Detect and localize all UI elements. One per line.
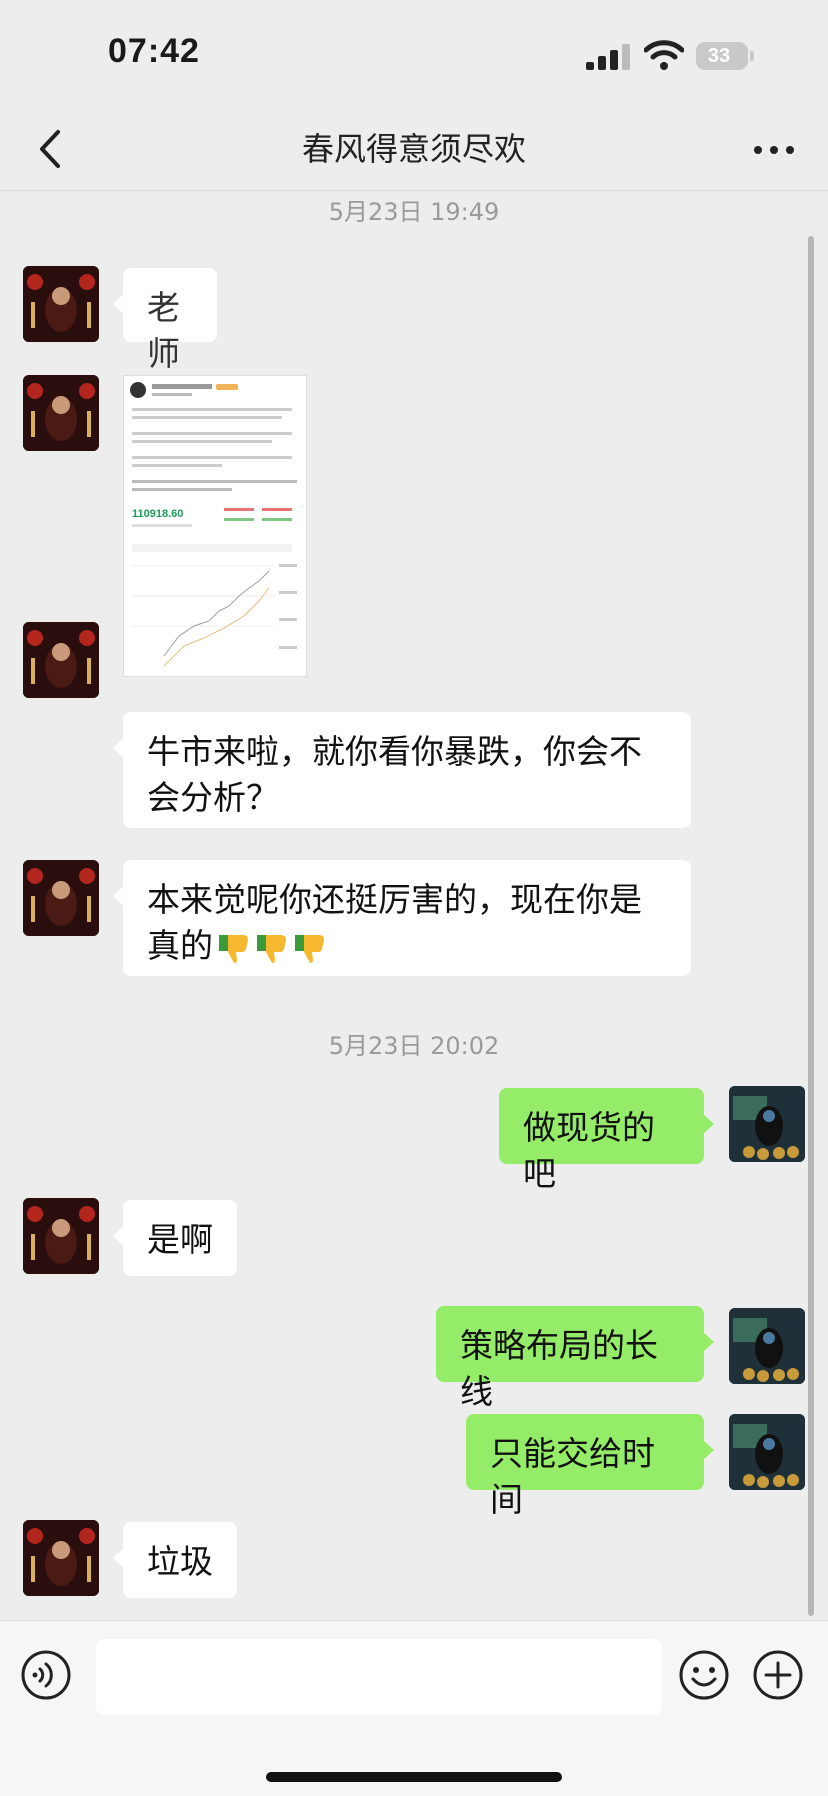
contact-avatar[interactable] <box>23 266 99 342</box>
more-functions-button[interactable] <box>752 1649 804 1701</box>
contact-avatar[interactable] <box>23 375 99 451</box>
battery-icon: 33 <box>696 42 754 70</box>
chat-history[interactable]: 5月23日 19:49 老师 110918.60 牛市来啦，就你看你暴跌，你会不… <box>0 190 828 1620</box>
contact-avatar[interactable] <box>23 1520 99 1596</box>
contact-avatar[interactable] <box>23 622 99 698</box>
voice-input-button[interactable] <box>20 1649 72 1701</box>
home-indicator[interactable] <box>266 1772 562 1782</box>
message-bubble[interactable]: 做现货的吧 <box>499 1088 714 1193</box>
own-avatar[interactable] <box>729 1414 805 1490</box>
image-price: 110918.60 <box>132 508 183 520</box>
more-options-button[interactable] <box>750 130 798 170</box>
contact-avatar[interactable] <box>23 860 99 936</box>
chat-title: 春风得意须尽欢 <box>301 130 526 168</box>
image-message[interactable]: 110918.60 <box>123 375 307 677</box>
message-text: 策略布局的长线 <box>460 1326 658 1411</box>
status-time: 07:42 <box>108 32 200 70</box>
nav-bar: 春风得意须尽欢 <box>0 110 828 191</box>
thumbs-down-emoji-icon <box>219 934 248 963</box>
message-text: 垃圾 <box>147 1542 213 1581</box>
message-bubble[interactable]: 策略布局的长线 <box>436 1306 714 1411</box>
battery-level: 33 <box>707 45 731 67</box>
timestamp: 5月23日 20:02 <box>328 1032 500 1060</box>
contact-avatar[interactable] <box>23 1198 99 1274</box>
message-bubble[interactable]: 只能交给时间 <box>466 1414 714 1519</box>
message-text: 只能交给时间 <box>490 1434 655 1519</box>
cellular-signal-icon <box>586 44 632 70</box>
chart-screenshot-image: 110918.60 <box>124 376 306 676</box>
emoji-button[interactable] <box>678 1649 730 1701</box>
timestamp: 5月23日 19:49 <box>328 198 500 226</box>
message-text: 做现货的吧 <box>523 1108 655 1193</box>
status-bar: 07:42 33 <box>0 0 828 110</box>
wifi-icon <box>644 40 684 70</box>
message-bubble[interactable]: 老师 <box>113 268 217 373</box>
message-bubble[interactable]: 是啊 <box>113 1200 237 1276</box>
scrollbar[interactable] <box>808 236 814 1616</box>
message-text: 老师 <box>147 288 180 373</box>
own-avatar[interactable] <box>729 1308 805 1384</box>
own-avatar[interactable] <box>729 1086 805 1162</box>
thumbs-down-emoji-icon <box>295 934 324 963</box>
message-bubble[interactable]: 本来觉呢你还挺厉害的，现在你是真的 <box>113 860 691 976</box>
message-bubble[interactable]: 垃圾 <box>113 1522 237 1598</box>
thumbs-down-emoji-icon <box>257 934 286 963</box>
message-bubble[interactable]: 牛市来啦，就你看你暴跌，你会不会分析？ <box>113 712 691 828</box>
message-text: 是啊 <box>147 1220 213 1259</box>
message-input[interactable] <box>96 1639 662 1715</box>
input-bar <box>0 1620 828 1796</box>
message-text: 牛市来啦，就你看你暴跌，你会不会分析？ <box>147 732 642 817</box>
